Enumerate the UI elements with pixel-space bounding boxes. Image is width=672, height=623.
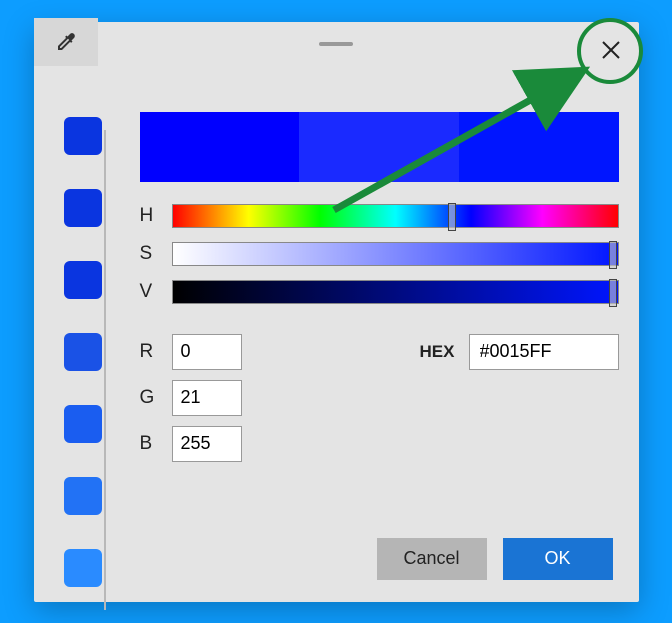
b-input[interactable] bbox=[172, 426, 242, 462]
swatch-6[interactable] bbox=[64, 549, 102, 587]
swatch-divider bbox=[104, 130, 106, 610]
saturation-label: S bbox=[140, 243, 158, 265]
preview-new bbox=[459, 112, 619, 182]
r-input[interactable] bbox=[172, 334, 242, 370]
r-row: R bbox=[140, 334, 242, 370]
value-label: V bbox=[140, 281, 158, 303]
recent-swatches bbox=[34, 62, 120, 592]
swatch-1[interactable] bbox=[64, 189, 102, 227]
hue-thumb[interactable] bbox=[448, 203, 456, 231]
swatch-4[interactable] bbox=[64, 405, 102, 443]
g-row: G bbox=[140, 380, 242, 416]
ok-button[interactable]: OK bbox=[503, 538, 613, 580]
close-icon bbox=[602, 41, 620, 59]
title-bar bbox=[34, 22, 639, 62]
swatch-0[interactable] bbox=[64, 117, 102, 155]
swatch-5[interactable] bbox=[64, 477, 102, 515]
hex-row: HEX bbox=[420, 334, 619, 370]
g-label: G bbox=[140, 387, 158, 409]
eyedropper-icon bbox=[54, 30, 78, 54]
color-picker-dialog: H S V R bbox=[34, 22, 639, 602]
close-button[interactable] bbox=[593, 32, 629, 68]
drag-handle[interactable] bbox=[319, 42, 353, 46]
color-preview[interactable] bbox=[140, 112, 619, 182]
value-slider[interactable] bbox=[172, 280, 619, 304]
r-label: R bbox=[140, 341, 158, 363]
cancel-button[interactable]: Cancel bbox=[377, 538, 487, 580]
value-thumb[interactable] bbox=[609, 279, 617, 307]
hue-label: H bbox=[140, 205, 158, 227]
dialog-content: H S V R bbox=[34, 62, 639, 602]
dialog-buttons: Cancel OK bbox=[140, 526, 619, 592]
saturation-row: S bbox=[140, 242, 619, 266]
hue-row: H bbox=[140, 204, 619, 228]
eyedropper-tool[interactable] bbox=[34, 18, 98, 66]
numeric-inputs: R G B HEX bbox=[140, 334, 619, 462]
swatch-3[interactable] bbox=[64, 333, 102, 371]
preview-old bbox=[140, 112, 300, 182]
hex-input[interactable] bbox=[469, 334, 619, 370]
preview-mid bbox=[299, 112, 459, 182]
b-row: B bbox=[140, 426, 242, 462]
hex-label: HEX bbox=[420, 342, 455, 362]
value-row: V bbox=[140, 280, 619, 304]
g-input[interactable] bbox=[172, 380, 242, 416]
b-label: B bbox=[140, 433, 158, 455]
saturation-thumb[interactable] bbox=[609, 241, 617, 269]
saturation-slider[interactable] bbox=[172, 242, 619, 266]
swatch-2[interactable] bbox=[64, 261, 102, 299]
main-panel: H S V R bbox=[120, 62, 629, 592]
rgb-column: R G B bbox=[140, 334, 242, 462]
hue-slider[interactable] bbox=[172, 204, 619, 228]
